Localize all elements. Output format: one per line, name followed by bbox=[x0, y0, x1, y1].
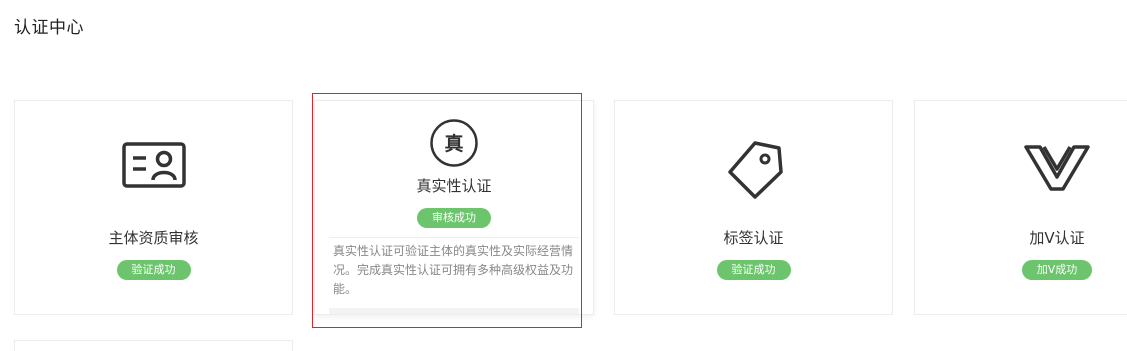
v-icon bbox=[1024, 145, 1090, 191]
card-authenticity[interactable]: 真 真实性认证 审核成功 真实性认证可验证主体的真实性及实际经营情况。完成真实性… bbox=[314, 100, 594, 315]
card-entity-qualification[interactable]: 主体资质审核 验证成功 bbox=[14, 100, 293, 315]
tag-icon bbox=[727, 141, 783, 199]
id-card-icon bbox=[121, 142, 186, 188]
card-title: 加V认证 bbox=[1029, 229, 1085, 247]
status-badge: 加V成功 bbox=[1022, 260, 1092, 280]
status-badge: 验证成功 bbox=[116, 260, 191, 280]
page-title: 认证中心 bbox=[14, 18, 84, 38]
card-tag-certification[interactable]: 标签认证 验证成功 bbox=[614, 100, 893, 315]
card-title: 标签认证 bbox=[723, 229, 784, 247]
card-title: 真实性认证 bbox=[416, 177, 492, 195]
card-title: 主体资质审核 bbox=[108, 229, 199, 247]
description-footer bbox=[329, 308, 579, 314]
status-badge: 审核成功 bbox=[417, 208, 491, 228]
card-description: 真实性认证可验证主体的真实性及实际经营情况。完成真实性认证可拥有多种高级权益及功… bbox=[329, 237, 579, 303]
seal-char: 真 bbox=[444, 132, 463, 155]
zhen-seal-icon: 真 bbox=[430, 119, 478, 167]
card-v-certification[interactable]: 加V认证 加V成功 bbox=[914, 100, 1127, 315]
status-badge: 验证成功 bbox=[716, 260, 791, 280]
card-partial[interactable] bbox=[14, 340, 293, 351]
